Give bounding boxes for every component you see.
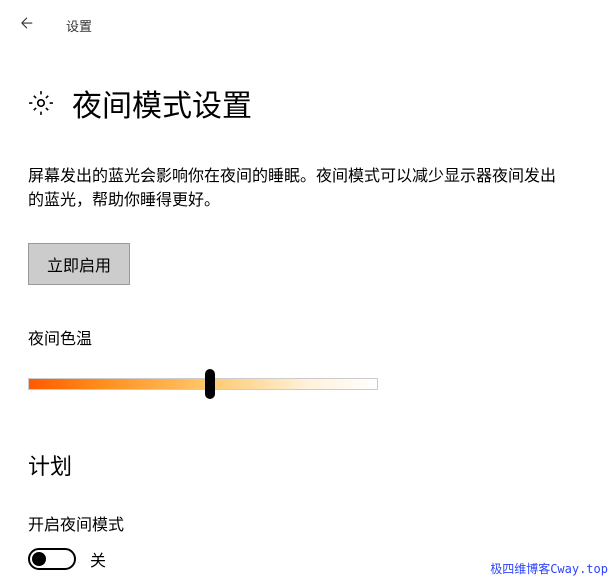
header-title: 设置 bbox=[66, 16, 92, 35]
page-description: 屏幕发出的蓝光会影响你在夜间的睡眠。夜间模式可以减少显示器夜间发出的蓝光，帮助你… bbox=[28, 165, 568, 213]
slider-track bbox=[28, 378, 378, 390]
title-row: 夜间模式设置 bbox=[28, 81, 588, 125]
gear-icon bbox=[28, 90, 54, 116]
back-icon[interactable] bbox=[18, 14, 36, 37]
page-title: 夜间模式设置 bbox=[72, 81, 252, 125]
toggle-knob bbox=[32, 552, 46, 566]
enable-now-button[interactable]: 立即启用 bbox=[28, 243, 130, 285]
content-area: 夜间模式设置 屏幕发出的蓝光会影响你在夜间的睡眠。夜间模式可以减少显示器夜间发出… bbox=[0, 81, 616, 571]
slider-thumb[interactable] bbox=[205, 369, 215, 399]
watermark-text: 极四维博客Cway.top bbox=[490, 560, 608, 577]
color-temperature-slider[interactable] bbox=[28, 369, 378, 399]
header-bar: 设置 bbox=[0, 0, 616, 51]
schedule-section-title: 计划 bbox=[28, 449, 588, 481]
color-temperature-label: 夜间色温 bbox=[28, 325, 588, 349]
toggle-state-text: 关 bbox=[90, 547, 106, 571]
night-mode-toggle[interactable] bbox=[28, 548, 76, 570]
night-mode-toggle-label: 开启夜间模式 bbox=[28, 511, 588, 535]
